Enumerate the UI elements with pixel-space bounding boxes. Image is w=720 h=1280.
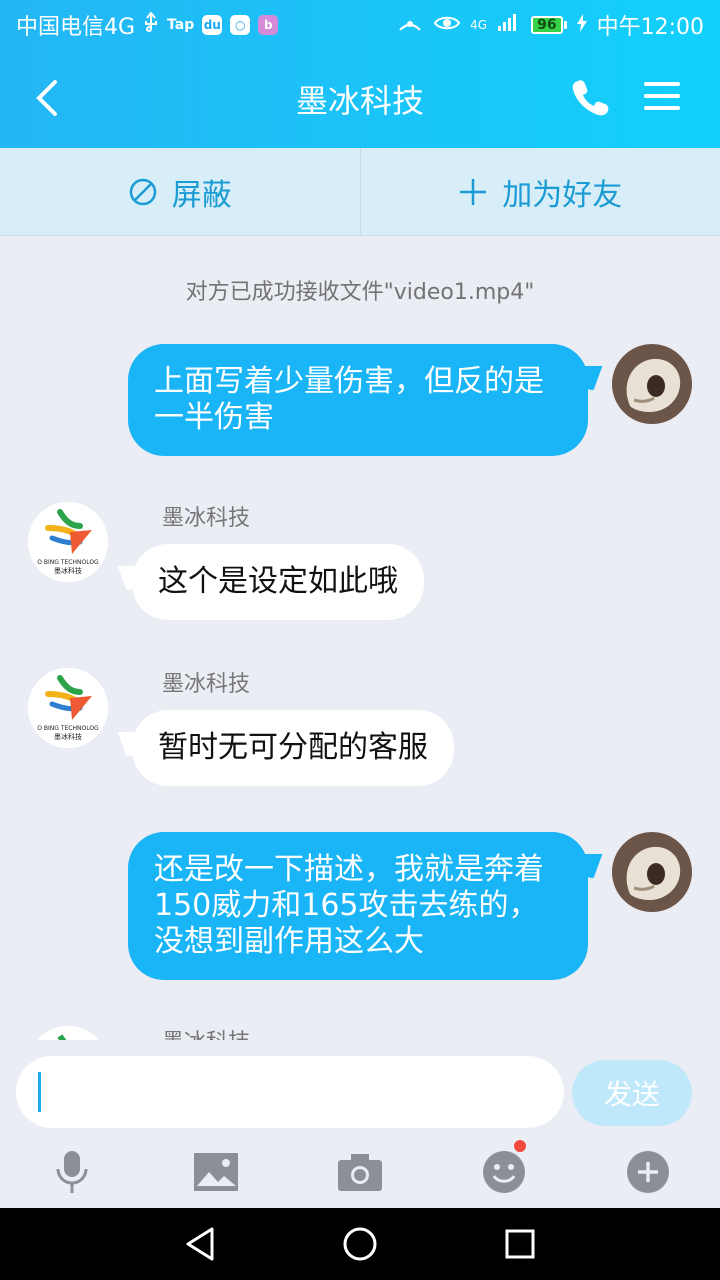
triangle-back-icon (186, 1227, 214, 1261)
action-bar: 屏蔽 加为好友 (0, 148, 720, 236)
microphone-icon (56, 1151, 88, 1193)
eye-icon (434, 13, 461, 38)
bilibili-icon: b (258, 15, 279, 35)
call-button[interactable] (570, 76, 616, 122)
my-avatar[interactable] (612, 832, 692, 912)
battery-level: 96 (531, 16, 563, 34)
status-bar: 中国电信4G Tap du ○ b 4G 96 中午12:00 (0, 0, 720, 50)
status-right: 4G 96 中午12:00 (398, 9, 704, 41)
circle-home-icon (343, 1227, 377, 1261)
circle-app-icon: ○ (230, 15, 251, 35)
plus-icon (460, 178, 487, 205)
brand-logo-text-1: O BING TECHNOLOG (37, 725, 99, 732)
brand-logo-icon: O BING TECHNOLOG 墨冰科技 (28, 668, 108, 748)
contact-avatar-partial[interactable] (28, 1026, 108, 1040)
text-caret (38, 1072, 41, 1112)
image-icon (194, 1153, 238, 1191)
block-icon (129, 178, 156, 205)
sender-name: 墨冰科技 (162, 506, 251, 531)
brand-logo-text-2: 墨冰科技 (54, 732, 82, 741)
sender-name-partial: 墨冰科技 (162, 1024, 250, 1040)
menu-button[interactable] (642, 76, 688, 122)
system-note: 对方已成功接收文件"video1.mp4" (185, 280, 535, 305)
message-input[interactable] (16, 1056, 564, 1128)
brand-logo-icon (28, 1026, 108, 1040)
input-bar: 发送 (0, 1040, 720, 1208)
contact-avatar[interactable]: O BING TECHNOLOG 墨冰科技 (28, 502, 108, 582)
hotspot-icon (398, 12, 424, 38)
message-text: 还是改一下描述，我就是奔着150威力和165攻击去练的，没想到副作用这么大 (154, 852, 544, 959)
system-home-button[interactable] (338, 1222, 382, 1266)
brand-logo-text-2: 墨冰科技 (54, 566, 82, 575)
baidu-icon: du (202, 15, 223, 35)
system-nav-bar (0, 1208, 720, 1280)
battery-indicator: 96 (531, 16, 567, 34)
message-bubble-incoming[interactable]: 暂时无可分配的客服 (132, 710, 454, 786)
camera-icon (338, 1154, 382, 1191)
menu-icon (644, 82, 680, 110)
message-bubble-incoming[interactable]: 这个是设定如此哦 (132, 544, 424, 620)
square-recents-icon (505, 1229, 535, 1259)
notification-dot (514, 1140, 526, 1152)
block-label: 屏蔽 (171, 177, 232, 213)
voice-button[interactable] (44, 1144, 100, 1200)
usb-icon (143, 11, 159, 38)
message-bubble-outgoing[interactable]: 上面写着少量伤害，但反的是一半伤害 (128, 344, 588, 456)
system-recents-button[interactable] (498, 1222, 542, 1266)
my-avatar[interactable] (612, 344, 692, 424)
charging-icon (576, 13, 587, 38)
carrier-label: 中国电信4G (16, 15, 136, 40)
add-friend-button[interactable]: 加为好友 (359, 148, 720, 235)
cubone-avatar-image (612, 832, 692, 912)
send-button[interactable]: 发送 (572, 1060, 692, 1126)
network-label: 4G (470, 18, 488, 32)
emoji-icon (483, 1151, 525, 1193)
message-text: 上面写着少量伤害，但反的是一半伤害 (154, 364, 544, 435)
add-friend-label: 加为好友 (502, 177, 623, 213)
block-button[interactable]: 屏蔽 (0, 148, 360, 235)
nav-bar: 墨冰科技 (0, 50, 720, 148)
cubone-avatar-image (612, 344, 692, 424)
camera-button[interactable] (332, 1144, 388, 1200)
system-back-button[interactable] (178, 1222, 222, 1266)
input-toolbar (0, 1140, 720, 1200)
clock: 中午12:00 (596, 15, 704, 40)
image-button[interactable] (188, 1144, 244, 1200)
message-bubble-outgoing[interactable]: 还是改一下描述，我就是奔着150威力和165攻击去练的，没想到副作用这么大 (128, 832, 588, 980)
tap-app-label: Tap (167, 17, 195, 33)
message-text: 这个是设定如此哦 (158, 564, 398, 599)
status-left: 中国电信4G Tap du ○ b (16, 9, 279, 41)
phone-icon (572, 80, 609, 116)
plus-circle-icon (627, 1151, 669, 1193)
sender-name: 墨冰科技 (162, 672, 251, 697)
brand-logo-icon: O BING TECHNOLOG 墨冰科技 (28, 502, 108, 582)
brand-logo-text-1: O BING TECHNOLOG (37, 559, 99, 566)
more-button[interactable] (620, 1144, 676, 1200)
battery-tip (563, 21, 567, 29)
signal-icon (497, 12, 521, 38)
contact-avatar[interactable]: O BING TECHNOLOG 墨冰科技 (28, 668, 108, 748)
message-text: 暂时无可分配的客服 (158, 730, 428, 765)
emoji-button[interactable] (476, 1140, 532, 1200)
chat-area[interactable]: 对方已成功接收文件"video1.mp4" 上面写着少量伤害，但反的是一半伤害 … (0, 236, 720, 1040)
app-header: 中国电信4G Tap du ○ b 4G 96 中午12:00 墨冰科技 (0, 0, 720, 148)
